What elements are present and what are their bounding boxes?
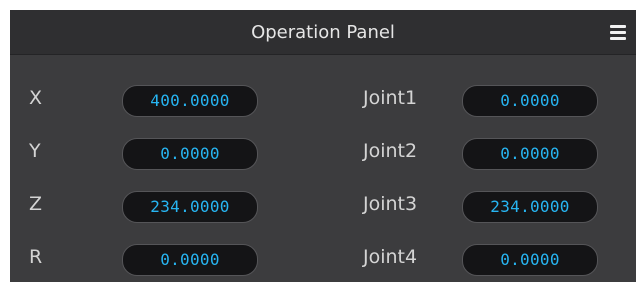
y-value-field[interactable]: 0.0000 (122, 138, 258, 170)
joint3-label: Joint3 (363, 193, 418, 215)
r-label: R (29, 246, 43, 268)
z-label: Z (29, 193, 43, 215)
x-value-field[interactable]: 400.0000 (122, 85, 258, 117)
y-label: Y (29, 140, 41, 162)
operation-panel: Operation Panel X Y Z R 400.0000 0.0000 … (10, 10, 636, 282)
z-value-field[interactable]: 234.0000 (122, 191, 258, 223)
hamburger-menu-icon[interactable] (610, 22, 626, 42)
joint1-label: Joint1 (363, 87, 418, 109)
x-label: X (29, 87, 43, 109)
joint3-value-field[interactable]: 234.0000 (462, 191, 598, 223)
joint2-value-field[interactable]: 0.0000 (462, 138, 598, 170)
joint4-value-field[interactable]: 0.0000 (462, 244, 598, 276)
joint1-value-field[interactable]: 0.0000 (462, 85, 598, 117)
panel-header: Operation Panel (10, 10, 636, 55)
panel-title: Operation Panel (251, 22, 395, 43)
joint4-label: Joint4 (363, 246, 418, 268)
r-value-field[interactable]: 0.0000 (122, 244, 258, 276)
joint2-label: Joint2 (363, 140, 418, 162)
